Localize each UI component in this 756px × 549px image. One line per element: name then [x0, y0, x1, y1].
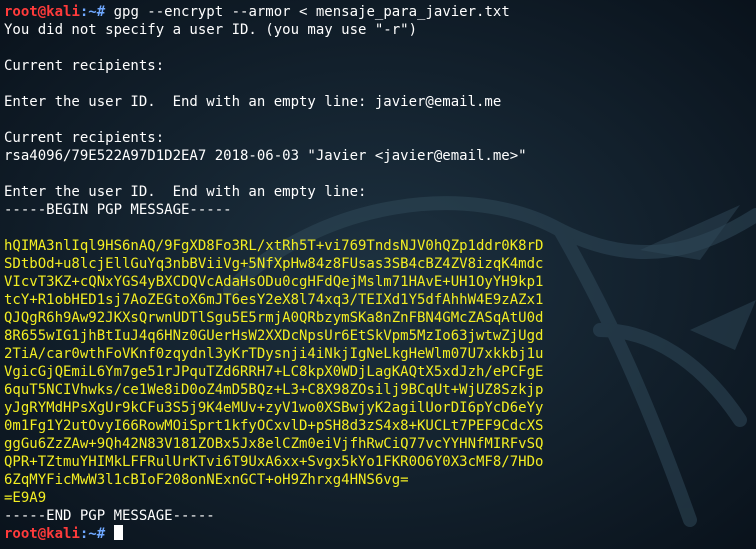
pgp-data-line: 6ZqMYFicMwW3l1cBIoF208onNExnGCT+oH9Zhrxg…: [4, 472, 409, 488]
text-cursor[interactable]: [113, 525, 123, 540]
output-line: Enter the user ID. End with an empty lin…: [4, 94, 502, 110]
command-line: root@kali:~# gpg --encrypt --armor < men…: [4, 3, 756, 21]
prompt-path: :~#: [79, 526, 114, 542]
pgp-data-line: 2TiA/car0wthFoVKnf0zqydnl3yKrTDysnji4iNk…: [4, 346, 544, 362]
pgp-data-line: yJgRYMdHPsXgUr9kCFu3S5j9K4eMUv+zyV1wo0XS…: [4, 400, 544, 416]
pgp-data-line: VIcvT3KZ+cQNxYGS4yBXCDQVcAdaHsODu0cgHFdQ…: [4, 274, 544, 290]
pgp-data-line: 6quT5NCIVhwks/ce1We8iD0oZ4mD5BQz+L3+C8X9…: [4, 382, 544, 398]
pgp-data-line: ggGu6ZzZAw+9Qh42N83V181ZOBx5Jx8elCZm0eiV…: [4, 436, 544, 452]
pgp-data-line: 8R655wIG1jhBtIuJ4q6HNz0GUerHsW2XXDcNpsUr…: [4, 328, 544, 344]
pgp-data-line: 0m1Fg1Y2utOvyI66RowMOiSprt1kfyOCxvlD+pSH…: [4, 418, 544, 434]
pgp-data-line: =E9A9: [4, 490, 47, 506]
pgp-data-line: QJQgR6h9Aw92JKXsQrwnUDTlSgu5E5rmjA0QRbzy…: [4, 310, 544, 326]
prompt-user: root: [4, 526, 38, 542]
pgp-data-line: VgicGjQEmiL6Ym7ge51rJPquTZd6RRH7+LC8kpX0…: [4, 364, 544, 380]
output-line: -----END PGP MESSAGE-----: [4, 508, 215, 524]
prompt-at: @: [37, 526, 47, 542]
terminal-window[interactable]: root@kali:~# gpg --encrypt --armor < men…: [4, 3, 756, 549]
active-prompt-line[interactable]: root@kali:~#: [4, 525, 756, 543]
pgp-data-line: tcY+R1obHED1sj7AoZEGtoX6mJT6esY2eX8l74xq…: [4, 292, 544, 308]
output-line: Current recipients:: [4, 58, 165, 74]
output-line: -----BEGIN PGP MESSAGE-----: [4, 202, 232, 218]
output-line: Enter the user ID. End with an empty lin…: [4, 184, 367, 200]
prompt-at: @: [37, 4, 47, 20]
pgp-data-line: QPR+TZtmuYHIMkLFFRulUrKTvi6T9UxA6xx+Svgx…: [4, 454, 544, 470]
pgp-data-line: SDtbOd+u8lcjEllGuYq3nbBViiVg+5NfXpHw84z8…: [4, 256, 544, 272]
pgp-data-line: hQIMA3nlIql9HS6nAQ/9FgXD8Fo3RL/xtRh5T+vi…: [4, 238, 544, 254]
output-line: rsa4096/79E522A97D1D2EA7 2018-06-03 "Jav…: [4, 148, 527, 164]
prompt-path: :~#: [79, 4, 114, 20]
prompt-host: kali: [46, 4, 80, 20]
prompt-user: root: [4, 4, 38, 20]
prompt-host: kali: [46, 526, 80, 542]
output-line: You did not specify a user ID. (you may …: [4, 22, 418, 38]
output-line: Current recipients:: [4, 130, 165, 146]
command-text: gpg --encrypt --armor < mensaje_para_jav…: [113, 4, 510, 20]
